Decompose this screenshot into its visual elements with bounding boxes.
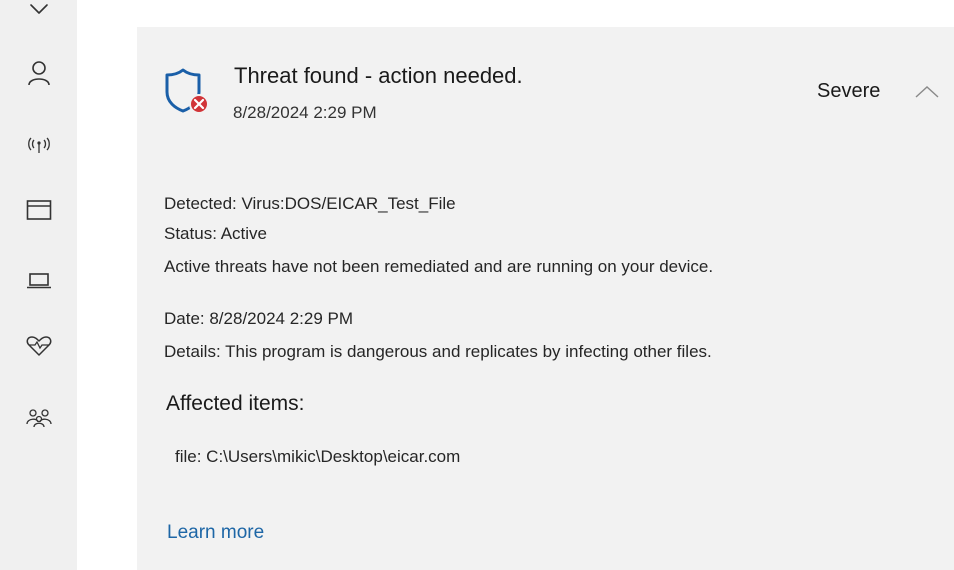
app-browser-icon[interactable] (0, 190, 77, 230)
collapse-button[interactable] (910, 77, 944, 107)
family-icon[interactable] (0, 397, 77, 437)
detected-line: Detected: Virus:DOS/EICAR_Test_File (164, 194, 456, 213)
status-message: Active threats have not been remediated … (164, 257, 714, 276)
status-line: Status: Active (164, 224, 267, 243)
details-line: Details: This program is dangerous and r… (164, 342, 712, 361)
threat-card: Threat found - action needed. 8/28/2024 … (137, 27, 954, 570)
threat-timestamp: 8/28/2024 2:29 PM (233, 103, 377, 122)
affected-file-item: file: C:\Users\mikic\Desktop\eicar.com (175, 447, 461, 466)
chevron-up-icon (915, 86, 939, 98)
sidebar (0, 0, 77, 570)
threat-title: Threat found - action needed. (234, 63, 523, 88)
device-security-icon[interactable] (0, 261, 77, 301)
severity-label: Severe (817, 80, 881, 102)
health-icon[interactable] (0, 326, 77, 366)
affected-items-heading: Affected items: (166, 392, 305, 415)
date-line: Date: 8/28/2024 2:29 PM (164, 309, 354, 328)
content-gutter (77, 0, 137, 570)
shield-icon[interactable] (0, 0, 77, 32)
account-icon[interactable] (0, 53, 77, 93)
learn-more-link[interactable]: Learn more (167, 522, 264, 544)
threat-shield-icon (164, 66, 216, 118)
network-icon[interactable] (0, 125, 77, 165)
